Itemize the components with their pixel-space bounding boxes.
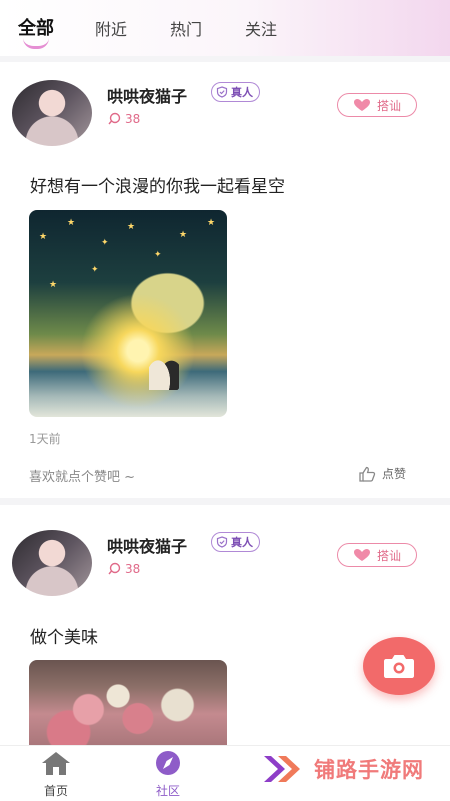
tab-hot[interactable]: 热门	[170, 16, 202, 40]
shield-check-icon	[216, 86, 228, 98]
tab-nearby[interactable]: 附近	[95, 16, 127, 40]
verified-badge: 真人	[211, 532, 260, 552]
food-photo	[29, 660, 227, 750]
username[interactable]: 哄哄夜猫子	[107, 83, 187, 107]
verified-badge: 真人	[211, 82, 260, 102]
compass-icon	[156, 751, 180, 775]
verified-badge-label: 真人	[231, 536, 253, 549]
chat-up-button[interactable]: 搭讪	[337, 93, 417, 117]
like-label: 点赞	[382, 467, 407, 481]
avatar[interactable]	[12, 80, 92, 146]
heart-icon	[353, 549, 370, 561]
couple-silhouette	[149, 345, 179, 390]
chat-up-label: 搭讪	[376, 548, 401, 563]
post-time: 1天前	[29, 432, 61, 446]
post-text: 做个美味	[30, 628, 98, 648]
watermark-text: 铺路手游网	[314, 758, 424, 782]
likes-count: 38	[107, 562, 140, 576]
avatar[interactable]	[12, 530, 92, 596]
thumbs-up-icon	[359, 466, 376, 482]
nav-community-label: 社区	[155, 784, 180, 798]
likes-count-value: 38	[125, 562, 141, 576]
nav-home-label: 首页	[43, 784, 68, 798]
likes-count-value: 38	[125, 112, 141, 126]
chat-up-button[interactable]: 搭讪	[337, 543, 417, 567]
top-tab-bar: 全部 附近 热门 关注	[0, 0, 450, 56]
tab-following[interactable]: 关注	[245, 16, 277, 40]
home-icon	[42, 752, 70, 775]
post-card: 哄哄夜猫子 真人 38 搭讪 做个美味	[0, 505, 450, 750]
camera-fab-button[interactable]	[363, 637, 435, 695]
shield-check-icon	[216, 536, 228, 548]
active-tab-indicator	[23, 38, 49, 49]
chat-up-label: 搭讪	[376, 98, 401, 113]
like-button[interactable]: 点赞	[358, 465, 406, 482]
watermark: 铺路手游网	[262, 752, 424, 786]
double-chevron-logo-icon	[264, 756, 300, 782]
post-image[interactable]	[29, 660, 227, 750]
heart-icon	[353, 99, 370, 111]
nav-community[interactable]: 社区	[138, 750, 198, 799]
post-image[interactable]: ★ ★ ✦ ★ ✦ ★ ★ ✦ ★	[29, 210, 227, 417]
like-hint: 喜欢就点个赞吧 ~	[29, 470, 136, 485]
camera-icon	[384, 655, 414, 678]
username[interactable]: 哄哄夜猫子	[107, 533, 187, 557]
tab-all[interactable]: 全部	[18, 14, 54, 40]
verified-badge-label: 真人	[231, 86, 253, 99]
post-text: 好想有一个浪漫的你我一起看星空	[30, 177, 285, 197]
likes-count: 38	[107, 112, 140, 126]
chat-bubble-icon	[108, 562, 121, 575]
post-card: 哄哄夜猫子 真人 38 搭讪 好想有一个浪漫的你我一起看星空 ★ ★ ✦ ★ ✦…	[0, 62, 450, 498]
nav-home[interactable]: 首页	[26, 750, 86, 799]
starry-beach-photo: ★ ★ ✦ ★ ✦ ★ ★ ✦ ★	[29, 210, 227, 417]
chat-bubble-icon	[108, 112, 121, 125]
